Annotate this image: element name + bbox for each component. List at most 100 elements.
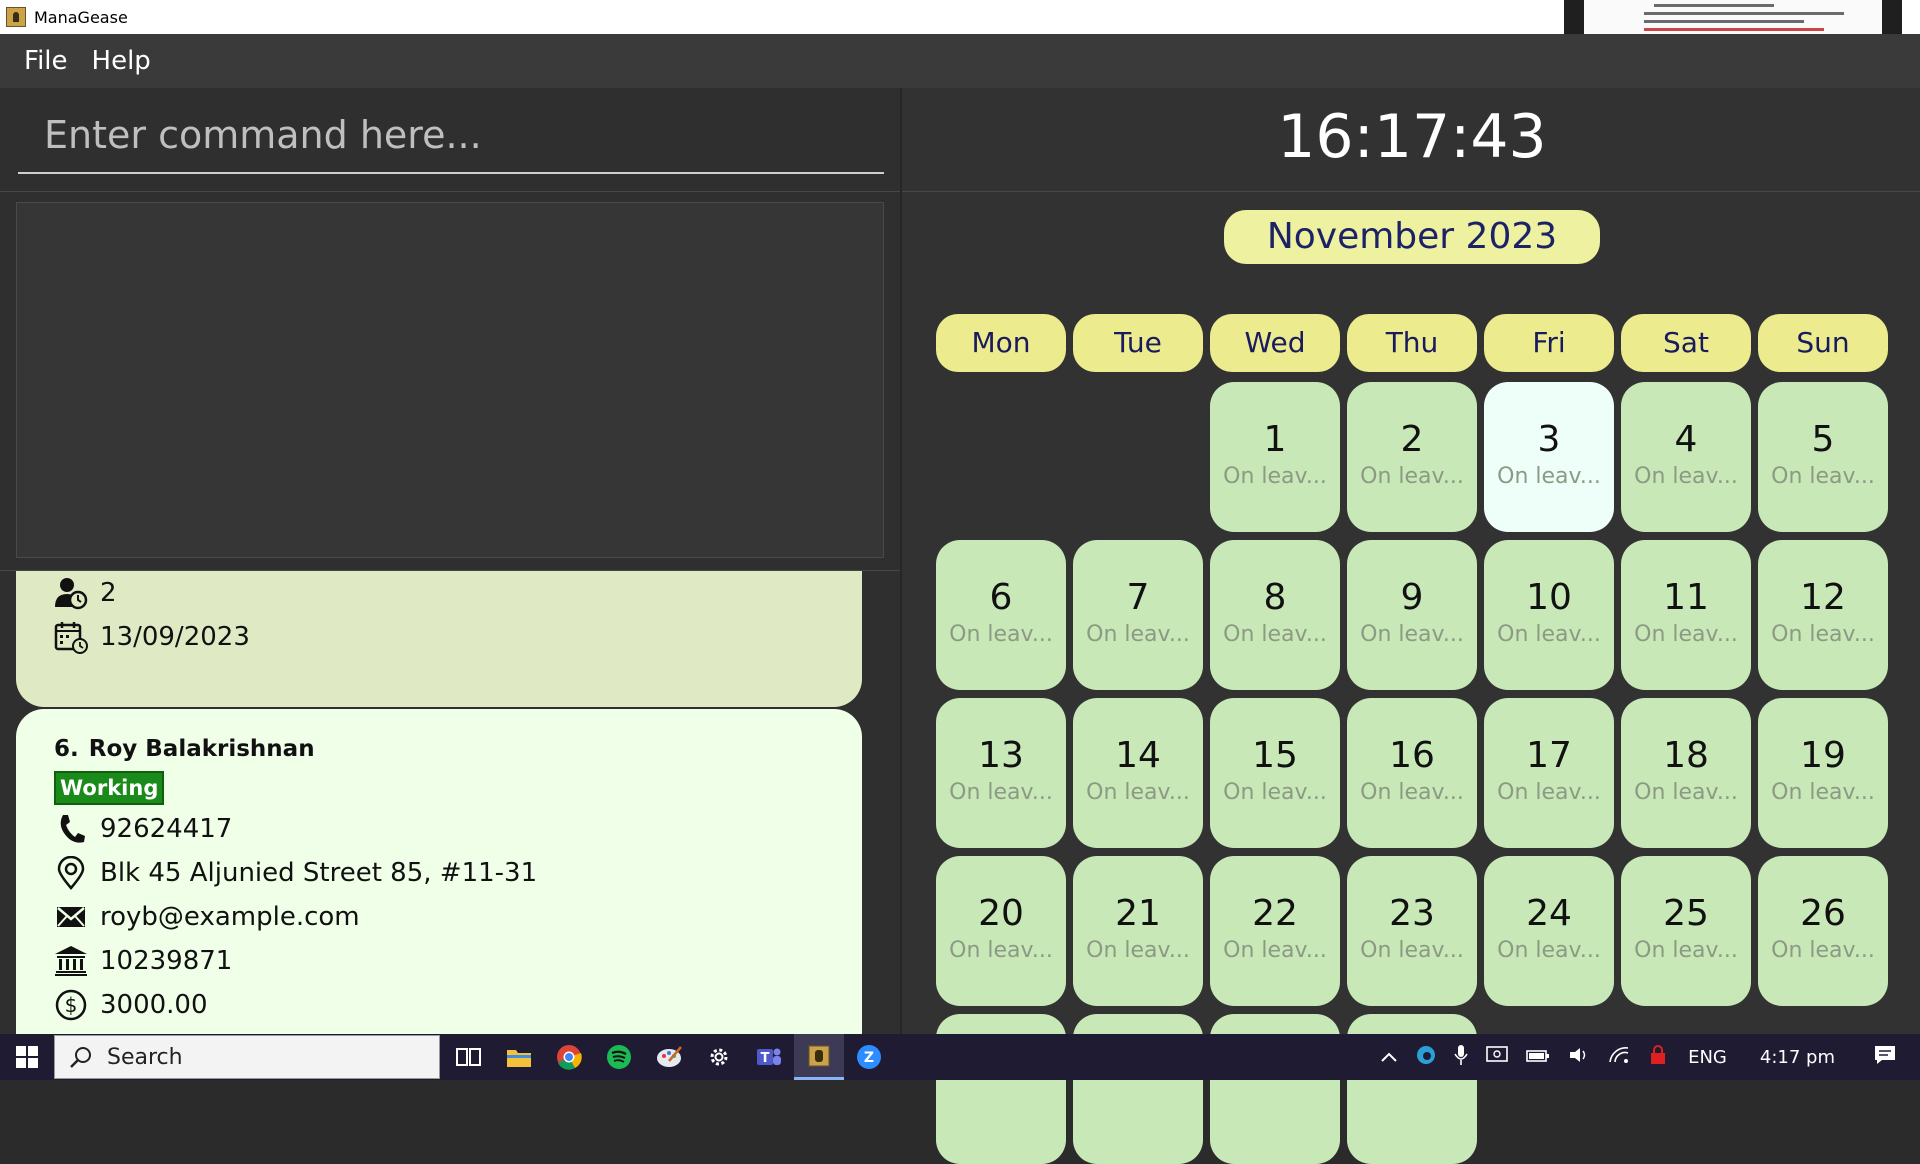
- weekday-header-wed: Wed: [1210, 314, 1340, 372]
- calendar-day[interactable]: 15 On leav...: [1210, 698, 1340, 848]
- taskbar-search[interactable]: Search: [54, 1035, 440, 1079]
- calendar-day-leave-label: On leav...: [1771, 938, 1875, 963]
- employee-card[interactable]: 6. Roy Balakrishnan Working 92624417 Blk…: [16, 709, 862, 1034]
- calendar-day-number: 22: [1252, 893, 1298, 934]
- calendar-day-leave-label: On leav...: [1771, 464, 1875, 489]
- calendar-day[interactable]: 8 On leav...: [1210, 540, 1340, 690]
- start-button[interactable]: [0, 1034, 54, 1080]
- calendar-day[interactable]: 10 On leav...: [1484, 540, 1614, 690]
- calendar-day[interactable]: 16 On leav...: [1347, 698, 1477, 848]
- wifi-icon[interactable]: [1608, 1046, 1630, 1069]
- managease-taskbar-icon[interactable]: [794, 1034, 844, 1080]
- svg-text:T: T: [761, 1051, 770, 1066]
- menu-help[interactable]: Help: [92, 46, 151, 76]
- calendar-day[interactable]: 26 On leav...: [1758, 856, 1888, 1006]
- edge-icon[interactable]: [1416, 1045, 1436, 1070]
- file-explorer-icon[interactable]: [494, 1034, 544, 1080]
- calendar-day[interactable]: 25 On leav...: [1621, 856, 1751, 1006]
- calendar-day[interactable]: 3 On leav...: [1484, 382, 1614, 532]
- calendar-day-number: 14: [1115, 735, 1161, 776]
- calendar-day-number: 16: [1389, 735, 1435, 776]
- calendar-day[interactable]: 17 On leav...: [1484, 698, 1614, 848]
- right-pane: 16:17:43 November 2023 Mon Tue Wed Thu Fri Sa…: [900, 88, 1920, 1164]
- calendar-day[interactable]: 24 On leav...: [1484, 856, 1614, 1006]
- menu-file[interactable]: File: [24, 46, 68, 76]
- bank-icon: [54, 944, 88, 978]
- calendar-day[interactable]: 1 On leav...: [1210, 382, 1340, 532]
- zoom-icon[interactable]: Z: [844, 1034, 894, 1080]
- bank-account: 10239871: [100, 946, 233, 976]
- calendar-day[interactable]: 21 On leav...: [1073, 856, 1203, 1006]
- calendar-day[interactable]: 6 On leav...: [936, 540, 1066, 690]
- volume-icon[interactable]: [1568, 1046, 1590, 1069]
- battery-icon[interactable]: [1526, 1047, 1550, 1068]
- calendar-day[interactable]: 22 On leav...: [1210, 856, 1340, 1006]
- calendar-day[interactable]: 14 On leav...: [1073, 698, 1203, 848]
- leave-row: 2: [54, 571, 862, 615]
- calendar-day[interactable]: 7 On leav...: [1073, 540, 1203, 690]
- calendar-day-leave-label: On leav...: [1634, 780, 1738, 805]
- location-pin-icon: [54, 856, 88, 890]
- calendar-day-leave-label: On leav...: [1360, 622, 1464, 647]
- calendar-day[interactable]: 9 On leav...: [1347, 540, 1477, 690]
- calendar-day[interactable]: 23 On leav...: [1347, 856, 1477, 1006]
- weekday-header-thu: Thu: [1347, 314, 1477, 372]
- calendar-day[interactable]: 11 On leav...: [1621, 540, 1751, 690]
- weekday-header-sat: Sat: [1621, 314, 1751, 372]
- paint-app-icon[interactable]: [644, 1034, 694, 1080]
- calendar-day[interactable]: 19 On leav...: [1758, 698, 1888, 848]
- calendar-day-leave-label: On leav...: [1360, 780, 1464, 805]
- person-clock-icon: [54, 576, 88, 610]
- address: Blk 45 Aljunied Street 85, #11-31: [100, 858, 538, 888]
- command-box: [0, 88, 900, 192]
- calendar-day[interactable]: 13 On leav...: [936, 698, 1066, 848]
- calendar-day-leave-label: On leav...: [1360, 938, 1464, 963]
- command-input[interactable]: [18, 98, 884, 174]
- settings-gear-icon[interactable]: [694, 1034, 744, 1080]
- device-icon[interactable]: [1486, 1045, 1508, 1070]
- vpn-lock-icon[interactable]: [1648, 1044, 1670, 1070]
- calendar-day-number: 8: [1263, 577, 1287, 618]
- task-view-icon[interactable]: [444, 1034, 494, 1080]
- calendar-day[interactable]: 4 On leav...: [1621, 382, 1751, 532]
- windows-taskbar: Search T Z ENG 4:17 pm: [0, 1034, 1920, 1080]
- microphone-icon[interactable]: [1454, 1044, 1468, 1071]
- calendar-day[interactable]: 20 On leav...: [936, 856, 1066, 1006]
- phone-icon: [54, 812, 88, 846]
- weekday-header-tue: Tue: [1073, 314, 1203, 372]
- chevron-up-icon[interactable]: [1380, 1047, 1398, 1068]
- employee-card[interactable]: 2 13/09/2023: [16, 571, 862, 707]
- join-date-row: 13/09/2023: [54, 615, 862, 659]
- calendar-day-leave-label: On leav...: [1223, 938, 1327, 963]
- calendar-day-leave-label: On leav...: [1497, 622, 1601, 647]
- calendar-day[interactable]: 5 On leav...: [1758, 382, 1888, 532]
- language-indicator[interactable]: ENG: [1688, 1047, 1727, 1068]
- window-title: ManaGease: [34, 7, 128, 27]
- calendar-day[interactable]: 12 On leav...: [1758, 540, 1888, 690]
- phone-number: 92624417: [100, 814, 233, 844]
- calendar-day-number: 19: [1800, 735, 1846, 776]
- calendar-day-number: 4: [1674, 419, 1698, 460]
- svg-text:$: $: [65, 993, 78, 1017]
- calendar-day-leave-label: On leav...: [1086, 780, 1190, 805]
- chrome-icon[interactable]: [544, 1034, 594, 1080]
- employee-name: Roy Balakrishnan: [88, 736, 315, 762]
- employee-list[interactable]: 2 13/09/2023 6. Roy Balakrishnan Working: [0, 570, 900, 1034]
- employee-index: 6.: [54, 736, 79, 762]
- notifications-icon[interactable]: [1874, 1045, 1896, 1070]
- teams-icon[interactable]: T: [744, 1034, 794, 1080]
- spotify-icon[interactable]: [594, 1034, 644, 1080]
- calendar-day[interactable]: 2 On leav...: [1347, 382, 1477, 532]
- calendar-day-number: 1: [1263, 419, 1287, 460]
- calendar-day-leave-label: On leav...: [949, 938, 1053, 963]
- calendar-day-number: 5: [1811, 419, 1835, 460]
- employee-name-row: 6. Roy Balakrishnan: [54, 729, 862, 769]
- calendar-clock-icon: [54, 620, 88, 654]
- calendar-day-number: 11: [1663, 577, 1709, 618]
- calendar-day[interactable]: 18 On leav...: [1621, 698, 1751, 848]
- result-display[interactable]: [16, 202, 884, 558]
- taskbar-clock[interactable]: 4:17 pm: [1760, 1047, 1835, 1068]
- join-date: 13/09/2023: [100, 622, 250, 652]
- calendar-day-number: 18: [1663, 735, 1709, 776]
- svg-text:Z: Z: [864, 1050, 874, 1066]
